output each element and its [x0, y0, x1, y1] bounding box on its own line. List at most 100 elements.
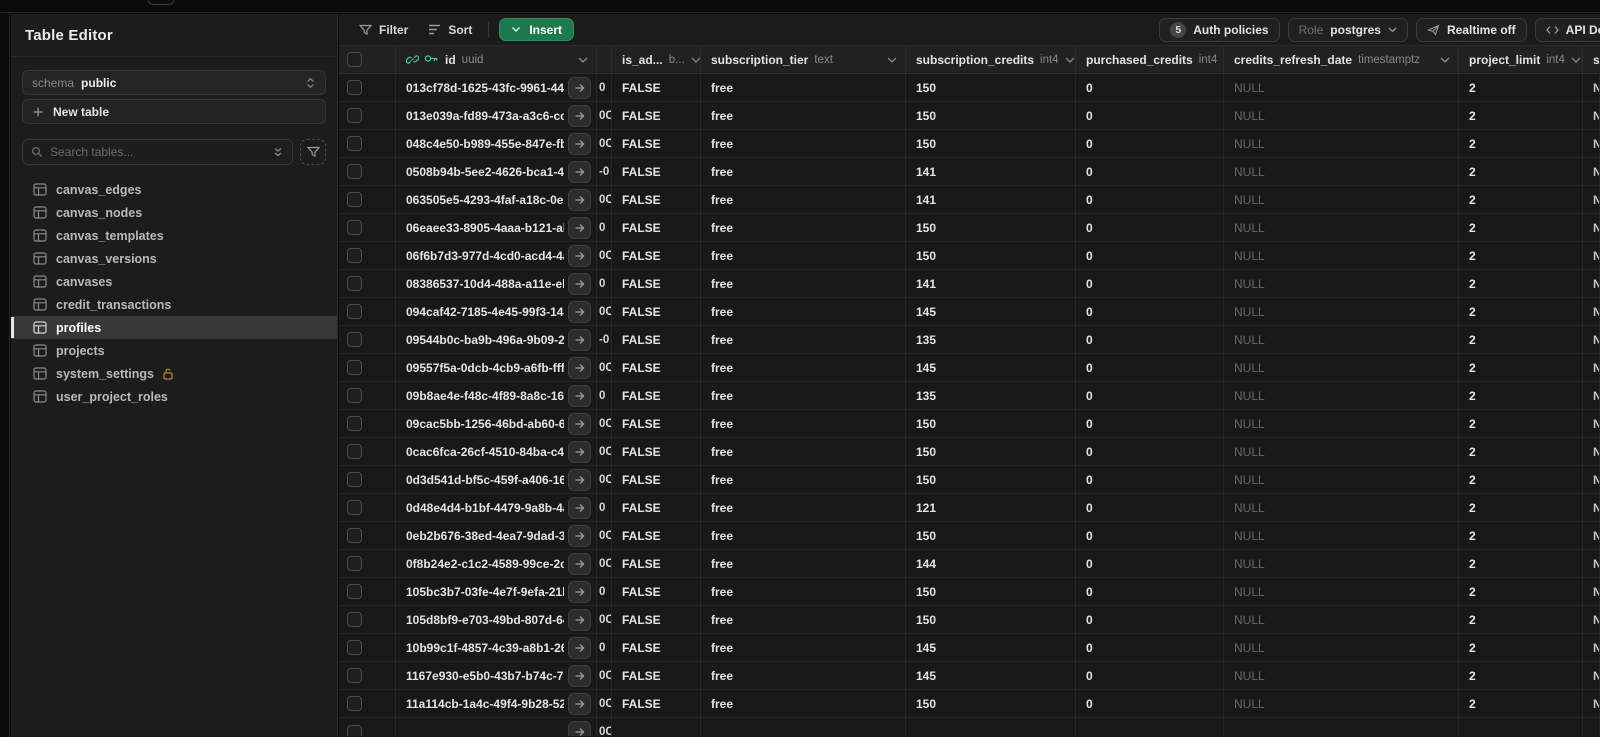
column-header-tier[interactable]: subscription_tier text: [701, 46, 906, 73]
cell-admin[interactable]: FALSE: [612, 662, 701, 689]
schema-select[interactable]: schema public: [22, 70, 326, 95]
cell-refresh[interactable]: NULL: [1224, 354, 1459, 381]
cell-sliver[interactable]: 0C: [597, 410, 612, 437]
cell-refresh[interactable]: NULL: [1224, 158, 1459, 185]
cell-limit[interactable]: 2: [1459, 662, 1583, 689]
cell-last[interactable]: NU: [1583, 74, 1600, 101]
cell-refresh[interactable]: NULL: [1224, 522, 1459, 549]
cell-credits[interactable]: 150: [906, 578, 1076, 605]
expand-row-button[interactable]: [568, 580, 591, 603]
expand-row-button[interactable]: [568, 300, 591, 323]
row-checkbox[interactable]: [347, 108, 362, 123]
cell-id[interactable]: 105bc3b7-03fe-4e7f-9efa-21bb40...: [396, 578, 597, 605]
column-menu-chevron-icon[interactable]: [685, 57, 700, 63]
cell-credits[interactable]: 141: [906, 186, 1076, 213]
cell-id[interactable]: 06eaee33-8905-4aaa-b121-ab552...: [396, 214, 597, 241]
row-checkbox[interactable]: [347, 444, 362, 459]
column-header-credits[interactable]: subscription_credits int4: [906, 46, 1076, 73]
role-select-button[interactable]: Role postgres: [1287, 17, 1408, 42]
cell-purchased[interactable]: 0: [1076, 606, 1224, 633]
cell-last[interactable]: [1583, 718, 1600, 736]
cell-credits[interactable]: 141: [906, 270, 1076, 297]
column-header-id[interactable]: id uuid: [396, 46, 597, 73]
cell-id[interactable]: 0eb2b676-38ed-4ea7-9dad-38e6...: [396, 522, 597, 549]
cell-tier[interactable]: free: [701, 130, 906, 157]
cell-limit[interactable]: 2: [1459, 634, 1583, 661]
cell-refresh[interactable]: NULL: [1224, 214, 1459, 241]
cell-last[interactable]: NU: [1583, 326, 1600, 353]
cell-limit[interactable]: 2: [1459, 606, 1583, 633]
row-checkbox[interactable]: [347, 304, 362, 319]
cell-credits[interactable]: 150: [906, 214, 1076, 241]
cell-credits[interactable]: 144: [906, 550, 1076, 577]
cell-credits[interactable]: 145: [906, 634, 1076, 661]
expand-row-button[interactable]: [568, 160, 591, 183]
cell-sliver[interactable]: 0C: [597, 242, 612, 269]
cell-sliver[interactable]: 0C: [597, 718, 612, 736]
cell-credits[interactable]: 145: [906, 354, 1076, 381]
cell-limit[interactable]: 2: [1459, 186, 1583, 213]
expand-row-button[interactable]: [568, 468, 591, 491]
expand-row-button[interactable]: [568, 412, 591, 435]
cell-last[interactable]: NU: [1583, 382, 1600, 409]
cell-id[interactable]: 094caf42-7185-4e45-99f3-14abee...: [396, 298, 597, 325]
sidebar-item-canvases[interactable]: canvases: [11, 270, 337, 293]
cell-tier[interactable]: free: [701, 382, 906, 409]
cell-credits[interactable]: 135: [906, 382, 1076, 409]
expand-row-button[interactable]: [568, 356, 591, 379]
cell-id[interactable]: [396, 718, 597, 736]
cell-refresh[interactable]: NULL: [1224, 102, 1459, 129]
cell-purchased[interactable]: 0: [1076, 242, 1224, 269]
cell-purchased[interactable]: 0: [1076, 214, 1224, 241]
cell-refresh[interactable]: NULL: [1224, 326, 1459, 353]
cell-sliver[interactable]: 0C: [597, 186, 612, 213]
cell-credits[interactable]: 145: [906, 662, 1076, 689]
cell-refresh[interactable]: NULL: [1224, 690, 1459, 717]
cell-id[interactable]: 1167e930-e5b0-43b7-b74c-788c9...: [396, 662, 597, 689]
cell-last[interactable]: NU: [1583, 522, 1600, 549]
cell-tier[interactable]: free: [701, 550, 906, 577]
cell-sliver[interactable]: 0C: [597, 354, 612, 381]
cell-purchased[interactable]: 0: [1076, 438, 1224, 465]
row-checkbox[interactable]: [347, 136, 362, 151]
row-checkbox[interactable]: [347, 416, 362, 431]
cell-tier[interactable]: free: [701, 410, 906, 437]
cell-limit[interactable]: 2: [1459, 382, 1583, 409]
row-checkbox[interactable]: [347, 332, 362, 347]
insert-button[interactable]: Insert: [499, 18, 575, 41]
cell-tier[interactable]: free: [701, 466, 906, 493]
new-table-button[interactable]: New table: [22, 99, 326, 124]
cell-id[interactable]: 08386537-10d4-488a-a11e-eb5a6...: [396, 270, 597, 297]
cell-id[interactable]: 09b8ae4e-f48c-4f89-8a8c-1629b...: [396, 382, 597, 409]
cell-purchased[interactable]: 0: [1076, 662, 1224, 689]
cell-purchased[interactable]: 0: [1076, 74, 1224, 101]
cell-id[interactable]: 0508b94b-5ee2-4626-bca1-4bca...: [396, 158, 597, 185]
cell-admin[interactable]: FALSE: [612, 186, 701, 213]
cell-last[interactable]: NU: [1583, 662, 1600, 689]
cell-purchased[interactable]: 0: [1076, 382, 1224, 409]
cell-sliver[interactable]: 0C: [597, 550, 612, 577]
cell-limit[interactable]: 2: [1459, 74, 1583, 101]
cell-admin[interactable]: FALSE: [612, 606, 701, 633]
cell-last[interactable]: NU: [1583, 102, 1600, 129]
cell-id[interactable]: 048c4e50-b989-455e-847e-fb2f...: [396, 130, 597, 157]
cell-tier[interactable]: free: [701, 74, 906, 101]
cell-purchased[interactable]: 0: [1076, 550, 1224, 577]
column-header-limit[interactable]: project_limit int4: [1459, 46, 1583, 73]
row-checkbox[interactable]: [347, 696, 362, 711]
cell-credits[interactable]: 121: [906, 494, 1076, 521]
cell-admin[interactable]: [612, 718, 701, 736]
cell-purchased[interactable]: 0: [1076, 578, 1224, 605]
row-checkbox[interactable]: [347, 388, 362, 403]
search-input-field[interactable]: [50, 145, 272, 159]
cell-purchased[interactable]: 0: [1076, 186, 1224, 213]
cell-credits[interactable]: 150: [906, 522, 1076, 549]
cell-admin[interactable]: FALSE: [612, 634, 701, 661]
cell-admin[interactable]: FALSE: [612, 410, 701, 437]
cell-last[interactable]: NU: [1583, 298, 1600, 325]
cell-limit[interactable]: 2: [1459, 298, 1583, 325]
sidebar-item-profiles[interactable]: profiles: [11, 316, 337, 339]
api-docs-button[interactable]: API Do: [1534, 17, 1600, 42]
cell-limit[interactable]: 2: [1459, 410, 1583, 437]
cell-credits[interactable]: 145: [906, 298, 1076, 325]
